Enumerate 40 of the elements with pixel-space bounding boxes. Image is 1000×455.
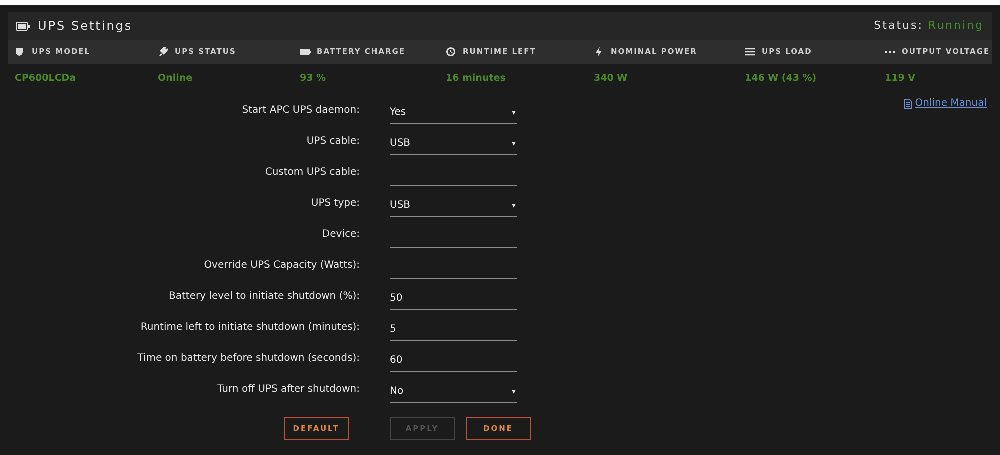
column-value: CP600LCDa: [15, 73, 76, 84]
field-label: UPS type:: [310, 197, 360, 211]
column-value: 119 V: [885, 73, 916, 84]
dropdown[interactable]: USB: [390, 133, 517, 155]
battery-icon: [300, 47, 311, 57]
field-label: Start APC UPS daemon:: [241, 104, 360, 118]
battery-icon: [16, 22, 30, 30]
caret-icon: [512, 110, 516, 114]
status-value: Running: [928, 18, 984, 34]
dropdown[interactable]: No: [390, 381, 517, 403]
menu-icon: [745, 47, 756, 57]
field-label: Battery level to initiate shutdown (%):: [168, 290, 360, 304]
field-label: Runtime left to initiate shutdown (minutes):: [140, 321, 360, 335]
input-field[interactable]: 50: [390, 288, 517, 310]
column-value: 146 W (43 %): [745, 73, 817, 84]
field-label: UPS cable:: [306, 135, 360, 149]
dropdown[interactable]: Yes: [390, 102, 517, 124]
caret-icon: [512, 204, 516, 208]
caret-icon: [512, 390, 516, 394]
input-field[interactable]: 5: [390, 319, 517, 341]
shield-icon: [15, 47, 26, 57]
plug-icon: [158, 47, 169, 57]
field-label: Device:: [321, 228, 360, 242]
clock-icon: [446, 47, 457, 57]
document-icon: [904, 98, 912, 108]
column-value: Online: [158, 73, 193, 84]
field-label: Turn off UPS after shutdown:: [216, 383, 360, 397]
online-manual-link[interactable]: Online Manual: [904, 96, 987, 111]
panel-title: UPS Settings: [38, 18, 133, 35]
input-field[interactable]: 60: [390, 350, 517, 372]
column-value: 16 minutes: [446, 73, 506, 84]
bolt-icon: [594, 47, 605, 57]
field-label: Override UPS Capacity (Watts):: [203, 259, 360, 273]
column-value: 93 %: [300, 73, 326, 84]
field-label: Custom UPS cable:: [264, 166, 360, 180]
column-value: 340 W: [594, 73, 628, 84]
field-label: Time on battery before shutdown (seconds):: [136, 352, 360, 366]
status-label: Status:: [874, 18, 924, 34]
dropdown[interactable]: USB: [390, 195, 517, 217]
caret-icon: [512, 142, 516, 146]
